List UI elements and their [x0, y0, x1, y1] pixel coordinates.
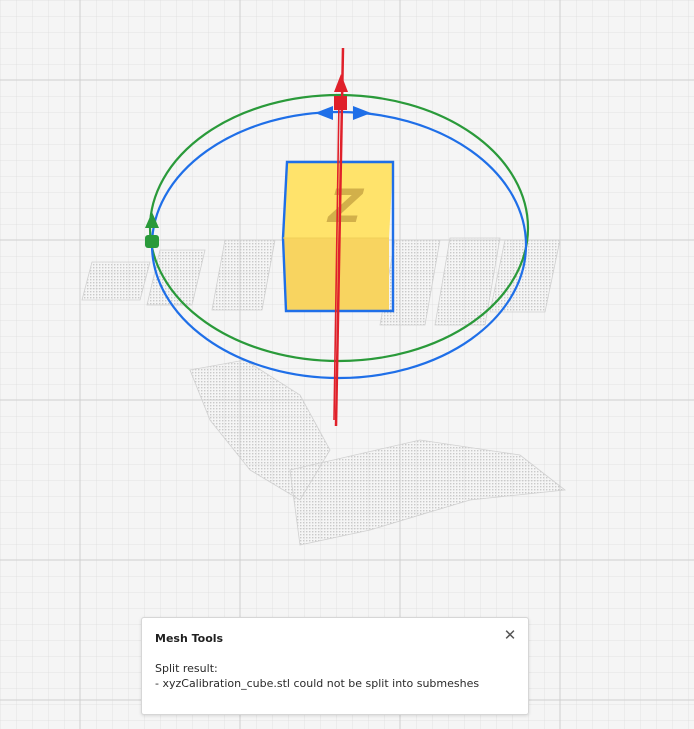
close-icon[interactable]: ✕ — [502, 627, 518, 643]
mesh-tools-notification: Mesh Tools ✕ Split result: - xyzCalibrat… — [141, 617, 529, 715]
notification-title: Mesh Tools — [155, 632, 224, 645]
notification-message-heading: Split result: — [155, 662, 218, 675]
notification-message-line: - xyzCalibration_cube.stl could not be s… — [155, 677, 480, 690]
3d-viewport[interactable]: Z Mesh Tools ✕ Split result: - xyzCalibr… — [0, 0, 694, 729]
notification-message: Split result: - xyzCalibration_cube.stl … — [155, 661, 479, 691]
